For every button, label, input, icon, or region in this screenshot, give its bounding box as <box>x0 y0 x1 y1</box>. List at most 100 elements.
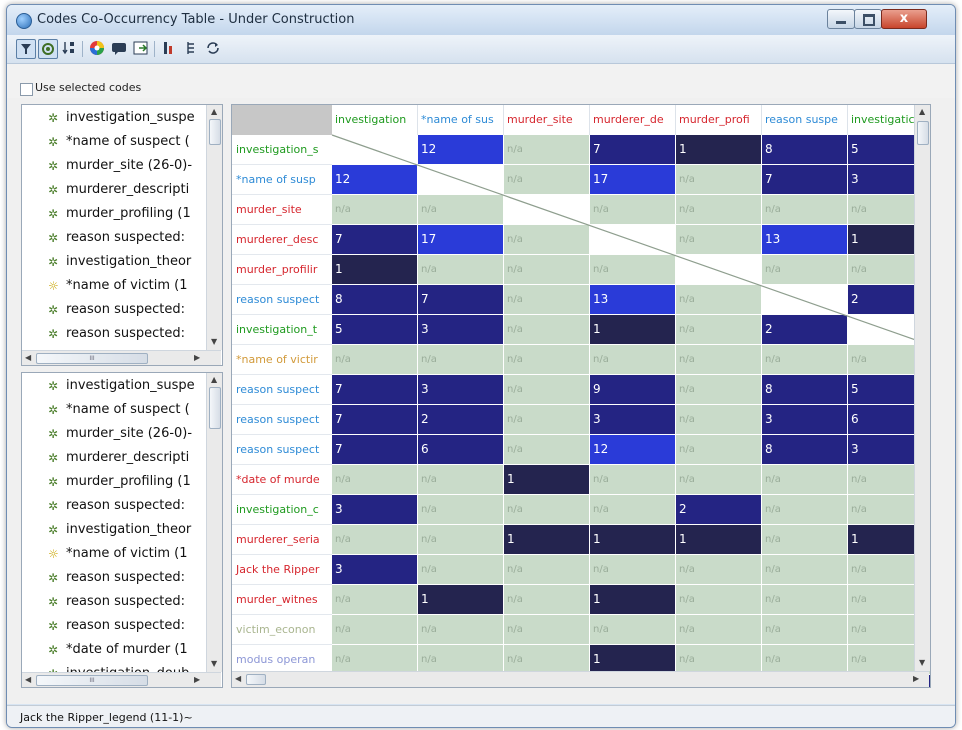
row-header[interactable]: victim_econon <box>232 615 332 645</box>
table-cell[interactable]: n/a <box>504 165 589 194</box>
table-cell[interactable]: n/a <box>332 465 417 494</box>
table-cell[interactable]: n/a <box>332 525 417 554</box>
settings-icon[interactable] <box>38 39 58 59</box>
table-cell[interactable] <box>762 285 847 314</box>
table-cell[interactable]: n/a <box>332 615 417 644</box>
table-cell[interactable]: n/a <box>590 495 675 524</box>
table-cell[interactable]: n/a <box>676 165 761 194</box>
column-header[interactable]: murder_site <box>504 105 590 135</box>
table-cell[interactable]: n/a <box>676 615 761 644</box>
code-list-item[interactable]: ✲ investigation_theor <box>22 251 207 275</box>
scroll-right-icon[interactable]: ▶ <box>194 353 200 362</box>
row-header[interactable]: *name of susp <box>232 165 332 195</box>
scroll-up-icon[interactable]: ▲ <box>211 107 217 116</box>
table-cell[interactable]: 1 <box>590 585 675 614</box>
row-codes-scroll-thumb[interactable] <box>209 387 221 429</box>
table-cell[interactable]: 1 <box>590 645 675 674</box>
table-cell[interactable]: 1 <box>676 525 761 554</box>
use-selected-codes-checkbox[interactable] <box>20 83 33 96</box>
table-cell[interactable]: n/a <box>762 585 847 614</box>
table-cell[interactable]: n/a <box>504 405 589 434</box>
table-cell[interactable]: 17 <box>418 225 503 254</box>
table-cell[interactable]: n/a <box>504 285 589 314</box>
code-list-item[interactable]: ✲ reason suspected: <box>22 615 207 639</box>
color-wheel-icon[interactable] <box>88 39 106 57</box>
table-cell[interactable] <box>590 225 675 254</box>
table-cell[interactable]: n/a <box>504 345 589 374</box>
table-cell[interactable]: 12 <box>332 165 417 194</box>
table-cell[interactable]: 2 <box>418 405 503 434</box>
comment-icon[interactable] <box>110 39 128 57</box>
table-cell[interactable]: n/a <box>418 345 503 374</box>
column-codes-scroll-thumb[interactable] <box>209 119 221 145</box>
table-cell[interactable] <box>676 255 761 284</box>
scroll-left-icon[interactable]: ◀ <box>25 353 31 362</box>
row-header[interactable]: investigation_s <box>232 135 332 165</box>
table-cell[interactable]: n/a <box>590 255 675 284</box>
table-cell[interactable]: n/a <box>504 495 589 524</box>
table-cell[interactable]: n/a <box>504 135 589 164</box>
cluster-icon[interactable] <box>182 39 200 57</box>
table-cell[interactable]: n/a <box>590 555 675 584</box>
table-cell[interactable]: 1 <box>332 255 417 284</box>
row-codes-hscrollbar[interactable]: ◀ III ▶ <box>22 672 221 687</box>
row-codes-list[interactable]: ✲ investigation_suspe ✲ *name of suspect (✲… <box>21 372 223 688</box>
table-cell[interactable]: 12 <box>590 435 675 464</box>
row-header[interactable]: *date of murde <box>232 465 332 495</box>
table-cell[interactable]: n/a <box>676 285 761 314</box>
row-header[interactable]: reason suspect <box>232 375 332 405</box>
scroll-up-icon[interactable]: ▲ <box>211 375 217 384</box>
table-cell[interactable]: n/a <box>676 645 761 674</box>
code-list-item[interactable]: ✲ reason suspected: <box>22 299 207 323</box>
row-header[interactable]: investigation_t <box>232 315 332 345</box>
row-codes-hscroll-thumb[interactable]: III <box>36 675 148 686</box>
table-cell[interactable]: 3 <box>762 405 847 434</box>
table-cell[interactable]: n/a <box>590 195 675 224</box>
title-bar[interactable]: Codes Co-Occurrency Table - Under Constr… <box>7 5 955 35</box>
code-list-item[interactable]: ☼ *name of victim (1 <box>22 275 207 299</box>
table-cell[interactable]: n/a <box>418 615 503 644</box>
table-cell[interactable]: n/a <box>762 495 847 524</box>
table-cell[interactable]: 13 <box>762 225 847 254</box>
table-cell[interactable]: 17 <box>590 165 675 194</box>
table-cell[interactable] <box>418 165 503 194</box>
scroll-left-icon[interactable]: ◀ <box>25 675 31 684</box>
column-codes-list[interactable]: ✲ investigation_suspe ✲ *name of suspect (✲… <box>21 104 223 366</box>
code-list-item[interactable]: ✲ reason suspected: <box>22 227 207 251</box>
table-cell[interactable]: n/a <box>332 345 417 374</box>
code-list-item[interactable]: ✲ investigation_theor <box>22 519 207 543</box>
table-cell[interactable]: 3 <box>332 495 417 524</box>
code-list-item[interactable]: ✲ reason suspected: <box>22 591 207 615</box>
code-list-item[interactable]: ✲ murder_profiling (1 <box>22 203 207 227</box>
table-cell[interactable]: n/a <box>504 585 589 614</box>
table-cell[interactable]: n/a <box>676 435 761 464</box>
table-cell[interactable]: n/a <box>418 255 503 284</box>
table-cell[interactable]: 7 <box>762 165 847 194</box>
row-header[interactable]: murder_site <box>232 195 332 225</box>
table-cell[interactable]: 7 <box>418 285 503 314</box>
scroll-down-icon[interactable]: ▼ <box>211 337 217 346</box>
table-cell[interactable]: n/a <box>590 615 675 644</box>
table-cell[interactable] <box>504 195 589 224</box>
table-cell[interactable]: n/a <box>332 645 417 674</box>
table-cell[interactable]: 1 <box>590 525 675 554</box>
code-list-item[interactable]: ✲ murder_site (26-0)- <box>22 423 207 447</box>
table-cell[interactable]: n/a <box>676 225 761 254</box>
code-list-item[interactable]: ✲ murderer_descripti <box>22 179 207 203</box>
table-cell[interactable]: n/a <box>676 375 761 404</box>
table-cell[interactable]: n/a <box>762 465 847 494</box>
table-cell[interactable]: n/a <box>418 555 503 584</box>
table-cell[interactable]: n/a <box>504 225 589 254</box>
code-list-item[interactable]: ✲ investigation_suspe <box>22 375 207 399</box>
table-cell[interactable]: 12 <box>418 135 503 164</box>
code-list-item[interactable]: ☼ *name of victim (1 <box>22 543 207 567</box>
table-cell[interactable]: n/a <box>762 615 847 644</box>
code-list-item[interactable]: ✲ *name of suspect ( <box>22 399 207 423</box>
sort-icon[interactable] <box>60 39 78 57</box>
table-cell[interactable]: n/a <box>504 615 589 644</box>
table-scroll-thumb[interactable] <box>917 121 929 145</box>
row-header[interactable]: murder_profilir <box>232 255 332 285</box>
table-cell[interactable]: 2 <box>676 495 761 524</box>
table-cell[interactable]: 3 <box>418 375 503 404</box>
table-vscrollbar[interactable]: ▲ ▼ <box>914 105 930 671</box>
